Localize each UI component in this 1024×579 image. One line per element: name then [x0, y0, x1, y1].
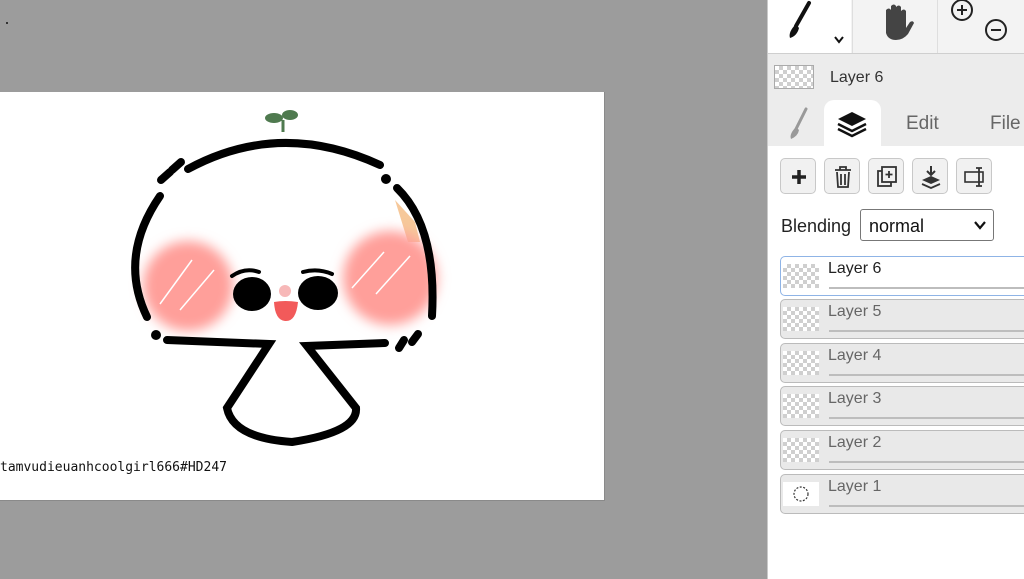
tab-file-label: File: [990, 113, 1021, 134]
mouth: [274, 301, 298, 322]
layer-name: Layer 5: [828, 303, 882, 320]
sprout: [265, 110, 298, 132]
layer-opacity-slider[interactable]: [829, 461, 1024, 463]
layer-name: Layer 1: [828, 478, 882, 495]
duplicate-layer-button[interactable]: [868, 158, 904, 194]
merge-down-button[interactable]: [912, 158, 948, 194]
delete-layer-button[interactable]: [824, 158, 860, 194]
zoom-out-icon: [985, 19, 1007, 41]
drawing-workspace[interactable]: tamvudieuanhcoolgirl666#HD247: [0, 0, 767, 579]
blending-select[interactable]: normal: [860, 209, 994, 241]
tab-edit-label: Edit: [906, 113, 939, 134]
panel-tabs: Edit File: [768, 100, 1024, 146]
layer-thumbnail: [783, 264, 819, 288]
outline-dot: [381, 174, 391, 184]
layers-icon: [837, 112, 867, 138]
tab-brush[interactable]: [774, 100, 824, 146]
layer-thumbnail: [783, 438, 819, 462]
zoom-in-icon: [951, 0, 973, 21]
blending-value: normal: [869, 216, 925, 236]
tool-bar: [768, 0, 1024, 54]
blending-label: Blending: [781, 216, 852, 236]
zoom-tool-button[interactable]: [937, 0, 1024, 53]
layer-row-2[interactable]: Layer 2: [780, 430, 1024, 470]
layer-row-3[interactable]: Layer 3: [780, 386, 1024, 426]
right-eye: [298, 276, 338, 310]
stray-mark: [6, 22, 8, 24]
layer-name: Layer 2: [828, 434, 882, 451]
layer-opacity-slider[interactable]: [829, 330, 1024, 332]
rename-layer-button[interactable]: [956, 158, 992, 194]
artwork: [131, 110, 437, 447]
drawing-canvas[interactable]: tamvudieuanhcoolgirl666#HD247: [0, 92, 605, 501]
side-panel: Layer 6 Edit File Blending normal Layer …: [767, 0, 1024, 579]
duplicate-layer-icon: [877, 166, 897, 187]
layer-row-4[interactable]: Layer 4: [780, 343, 1024, 383]
layer-opacity-slider[interactable]: [829, 374, 1024, 376]
layer-thumbnail: [783, 394, 819, 418]
layer-opacity-slider[interactable]: [829, 417, 1024, 419]
add-layer-button[interactable]: [780, 158, 816, 194]
chevron-down-icon: [974, 221, 986, 230]
hand-icon: [886, 4, 914, 40]
left-eye: [233, 277, 271, 311]
brush-icon: [790, 107, 808, 139]
chevron-down-icon: [834, 36, 844, 44]
current-layer-indicator: Layer 6: [768, 54, 1024, 98]
face: [230, 268, 338, 322]
layer-thumbnail: [783, 351, 819, 375]
current-layer-name: Layer 6: [830, 69, 884, 86]
layer-opacity-slider[interactable]: [829, 287, 1024, 289]
tab-file[interactable]: File: [966, 100, 1024, 146]
add-layer-icon: [792, 170, 806, 184]
layer-thumbnail: [783, 307, 819, 331]
tab-layers[interactable]: [824, 100, 881, 146]
hand-tool-button[interactable]: [852, 0, 937, 53]
layer-name: Layer 4: [828, 347, 882, 364]
rename-layer-icon: [964, 167, 984, 187]
merge-down-icon: [921, 166, 941, 189]
signature-text: tamvudieuanhcoolgirl666#HD247: [0, 460, 227, 475]
layer-row-6[interactable]: Layer 6: [780, 256, 1024, 296]
layer-row-5[interactable]: Layer 5: [780, 299, 1024, 339]
layer-thumbnail: [783, 482, 819, 506]
delete-layer-icon: [835, 166, 851, 188]
current-layer-thumbnail: [774, 65, 814, 89]
layer-opacity-slider[interactable]: [829, 505, 1024, 507]
outline-dot: [151, 330, 161, 340]
cheek-blush-left: [143, 241, 233, 331]
layer-name: Layer 6: [828, 260, 882, 277]
layer-row-1[interactable]: Layer 1: [780, 474, 1024, 514]
tab-edit[interactable]: Edit: [881, 100, 966, 146]
brush-tool-button[interactable]: [768, 0, 851, 53]
nose: [279, 285, 291, 297]
layer-name: Layer 3: [828, 390, 882, 407]
cheek-blush-right: [343, 200, 437, 325]
